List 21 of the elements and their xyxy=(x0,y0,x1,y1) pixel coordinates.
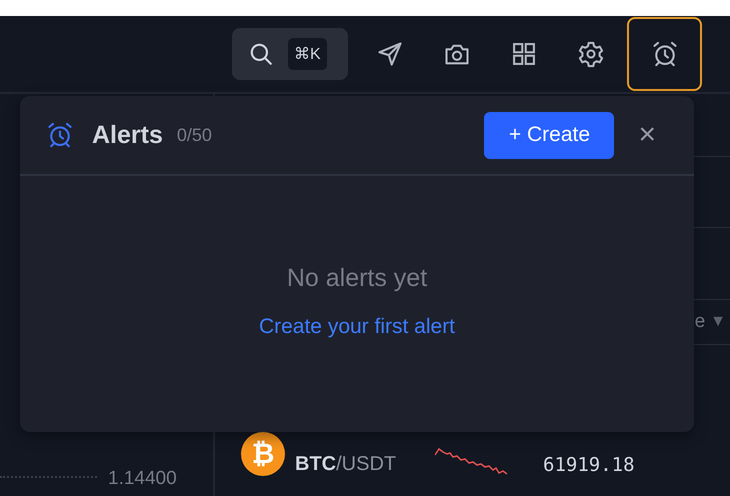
create-alert-link[interactable]: Create your first alert xyxy=(258,315,456,339)
sort-caret[interactable]: ▼ xyxy=(710,313,726,331)
create-button[interactable]: + Create xyxy=(484,112,614,158)
search-icon xyxy=(248,41,274,67)
bitcoin-logo-icon: ₿ xyxy=(241,432,285,476)
shortcut-key: ⌘K xyxy=(288,38,327,70)
search-button[interactable]: ⌘K xyxy=(232,28,348,80)
alert-count: 0/50 xyxy=(176,124,213,146)
send-icon xyxy=(376,40,404,68)
alarm-clock-icon xyxy=(46,121,74,149)
empty-state-message: No alerts yet xyxy=(286,264,428,293)
ticker-price: 61919.18 xyxy=(543,454,635,476)
grid-icon xyxy=(510,40,538,68)
close-button[interactable]: × xyxy=(634,118,660,152)
alarm-clock-icon xyxy=(650,40,678,68)
price-axis-label: 1.14400 xyxy=(108,468,177,490)
alarm-button[interactable] xyxy=(627,17,702,91)
settings-icon xyxy=(577,40,605,68)
column-header: e xyxy=(694,311,706,333)
panel-title: Alerts xyxy=(92,120,163,150)
ticker-pair: BTC/USDT xyxy=(295,453,398,476)
